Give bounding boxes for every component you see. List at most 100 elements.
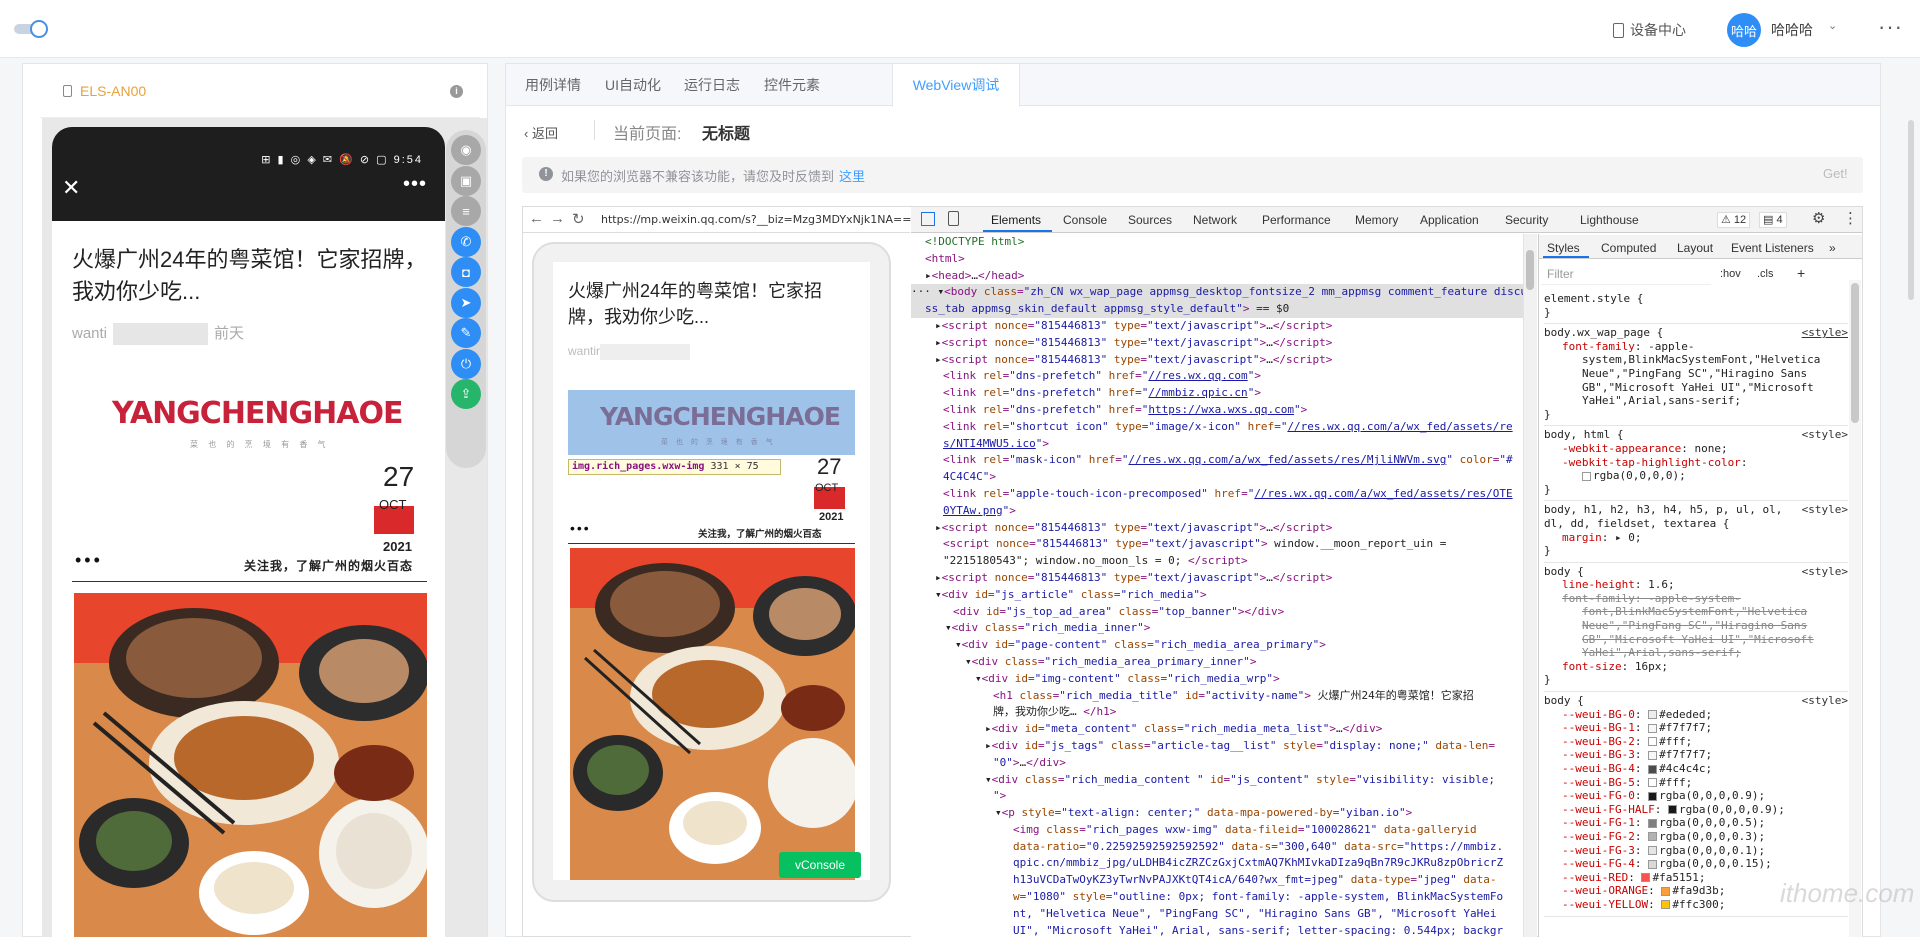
sliders-icon[interactable]: ≡ (451, 196, 481, 226)
dom-node[interactable]: "0">…</div> (911, 755, 1523, 772)
phone-call-icon[interactable]: ✆ (451, 226, 481, 257)
dom-node[interactable]: <link rel="dns-prefetch" href="https://w… (911, 402, 1523, 419)
inspect-element-icon[interactable] (921, 212, 935, 226)
dom-node[interactable]: <img class="rich_pages wxw-img" data-fil… (911, 822, 1523, 839)
back-arrow-icon[interactable]: ← (529, 210, 544, 227)
elements-scrollbar[interactable] (1523, 234, 1537, 937)
dom-node[interactable]: s/NTI4MWU5.ico"> (911, 436, 1523, 453)
dom-node[interactable]: "2215180543"; window.no_moon_ls = 0; </s… (911, 553, 1523, 570)
camera-icon[interactable]: ◘ (451, 257, 481, 287)
dom-node[interactable]: <h1 class="rich_media_title" id="activit… (911, 688, 1523, 705)
dom-node[interactable]: ▾<div class="rich_media_content " id="js… (911, 772, 1523, 789)
dom-node[interactable]: h13uVCDaTwOyKZ3yTwrNvPAJXKtQT4icA/640?wx… (911, 872, 1523, 889)
devtools-tab-network[interactable]: Network (1193, 213, 1237, 227)
dom-node[interactable]: 0YTAw.png"> (911, 503, 1523, 520)
dom-node[interactable]: qpic.cn/mmbiz_jpg/uLDHB4icZRZCzGxjCxtmAQ… (911, 855, 1523, 872)
style-rule[interactable]: element.style {} (1544, 290, 1848, 325)
dom-node[interactable]: ▸<script nonce="815446813" type="text/ja… (911, 318, 1523, 335)
eye-icon[interactable]: ◉ (451, 135, 481, 165)
user-name[interactable]: 哈哈哈 (1771, 20, 1813, 40)
tab-computed[interactable]: Computed (1601, 241, 1656, 255)
dom-node[interactable]: ▾<div class="rich_media_area_primary_inn… (911, 654, 1523, 671)
devtools-tab-lighthouse[interactable]: Lighthouse (1580, 213, 1639, 227)
avatar[interactable]: 哈哈 (1727, 13, 1761, 47)
style-rules[interactable]: element.style {} <style> body.wx_wap_pag… (1544, 290, 1848, 937)
dom-node[interactable]: data-ratio="0.22592592592592592" data-s=… (911, 839, 1523, 856)
warning-count-badge[interactable]: ⚠ 12 (1717, 212, 1751, 228)
hover-state-toggle[interactable]: :hov (1720, 268, 1741, 280)
devtools-tab-memory[interactable]: Memory (1355, 213, 1398, 227)
tab-widget-elements[interactable]: 控件元素 (752, 64, 832, 106)
dom-node-selected[interactable]: ss_tab appmsg_skin_default appmsg_style_… (911, 301, 1523, 318)
devtools-tab-security[interactable]: Security (1505, 213, 1548, 227)
tab-ui-automation[interactable]: UI自动化 (594, 64, 672, 106)
feedback-link[interactable]: 这里 (839, 166, 865, 185)
dom-node[interactable]: ▾<div id="js_article" class="rich_media"… (911, 587, 1523, 604)
tab-event-listeners[interactable]: Event Listeners (1731, 241, 1814, 255)
info-icon[interactable]: i (450, 85, 463, 98)
kebab-menu-icon[interactable]: ⋮ (1843, 209, 1858, 227)
device-toggle-icon[interactable] (948, 211, 959, 226)
message-count-badge[interactable]: ▤ 4 (1759, 212, 1787, 228)
styles-filter-input[interactable]: Filter (1541, 263, 1711, 285)
dom-node[interactable]: <link rel="dns-prefetch" href="//mmbiz.q… (911, 385, 1523, 402)
dom-node[interactable]: UI", "Microsoft YaHei", Arial, sans-seri… (911, 923, 1523, 937)
style-rule[interactable]: <style> body.wx_wap_page { font-family: … (1544, 324, 1848, 427)
styles-scroll-thumb[interactable] (1851, 283, 1859, 423)
dom-node[interactable]: <link rel="apple-touch-icon-precomposed"… (911, 486, 1523, 503)
devtools-tab-console[interactable]: Console (1063, 213, 1107, 227)
tab-run-log[interactable]: 运行日志 (672, 64, 752, 106)
page-scrollbar[interactable] (1908, 120, 1914, 300)
power-icon[interactable]: ⏻ (451, 348, 481, 379)
dom-node[interactable]: ▸<head>…</head> (911, 268, 1523, 285)
tab-webview-debug[interactable]: WebView调试 (892, 64, 1020, 107)
tab-styles[interactable]: Styles (1547, 241, 1580, 255)
upload-icon[interactable]: ⇪ (451, 379, 481, 409)
dom-node[interactable]: <link rel="dns-prefetch" href="//res.wx.… (911, 368, 1523, 385)
dom-node[interactable]: w="1080" style="outline: 0px; font-famil… (911, 889, 1523, 906)
dom-node[interactable]: ▾<p style="text-align: center;" data-mpa… (911, 805, 1523, 822)
style-rule[interactable]: <style> body { line-height: 1.6; font-fa… (1544, 563, 1848, 693)
back-button[interactable]: ‹ 返回 (524, 123, 558, 142)
dom-node[interactable]: ▾<div id="img-content" class="rich_media… (911, 671, 1523, 688)
elements-scroll-thumb[interactable] (1526, 250, 1534, 290)
dom-node[interactable]: nt, "Helvetica Neue", "PingFang SC", "Hi… (911, 906, 1523, 923)
more-menu-icon[interactable]: ··· (1878, 14, 1903, 40)
dom-node[interactable]: "> (911, 788, 1523, 805)
reload-icon[interactable]: ↻ (572, 210, 585, 228)
dom-node[interactable]: <!DOCTYPE html> (911, 234, 1523, 251)
more-icon[interactable]: ••• (403, 173, 427, 196)
close-icon[interactable]: ✕ (62, 175, 80, 201)
add-rule-icon[interactable]: + (1797, 265, 1805, 281)
edit-icon[interactable]: ✎ (451, 318, 481, 348)
phone-screen[interactable]: ⊞ ▮ ◎ ◈ ✉ 🔕 ⊘ ▢ 9:54 ✕ ••• 火爆广州24年的粤菜馆！它… (52, 127, 445, 937)
dom-node[interactable]: ▸<div id="meta_content" class="rich_medi… (911, 721, 1523, 738)
style-rule[interactable]: <style> body, h1, h2, h3, h4, h5, p, ul,… (1544, 501, 1848, 563)
dom-node[interactable]: <div id="js_top_ad_area" class="top_bann… (911, 604, 1523, 621)
dom-node[interactable]: <link rel="shortcut icon" type="image/x-… (911, 419, 1523, 436)
dom-node[interactable]: ▸<script nonce="815446813" type="text/ja… (911, 570, 1523, 587)
dom-node[interactable]: 4C4C4C"> (911, 469, 1523, 486)
class-toggle[interactable]: .cls (1757, 268, 1774, 280)
folder-icon[interactable]: ▣ (451, 165, 481, 196)
vconsole-button[interactable]: vConsole (779, 852, 861, 878)
dom-node[interactable]: ▾<div class="rich_media_inner"> (911, 620, 1523, 637)
device-center-button[interactable]: 设备中心 (1613, 20, 1686, 40)
dom-node[interactable]: <html> (911, 251, 1523, 268)
style-rule[interactable]: <style> body, html { -webkit-appearance:… (1544, 426, 1848, 502)
article-view[interactable]: 火爆广州24年的粤菜馆！它家招牌，我劝你少吃... wanti 前天 YANGCH… (52, 221, 445, 937)
preview-screen[interactable]: 火爆广州24年的粤菜馆！它家招牌，我劝你少吃... wantir YANGCHE… (553, 262, 870, 880)
chevron-down-icon[interactable]: ⌄ (1828, 19, 1837, 32)
elements-tree[interactable]: <!DOCTYPE html> <html> ▸<head>…</head> ·… (911, 234, 1523, 937)
devtools-tab-sources[interactable]: Sources (1128, 213, 1172, 227)
dom-node[interactable]: ▸<script nonce="815446813" type="text/ja… (911, 520, 1523, 537)
got-it-button[interactable]: Get! (1823, 166, 1848, 181)
tab-case-details[interactable]: 用例详情 (512, 64, 594, 106)
dom-node[interactable]: ▸<div id="js_tags" class="article-tag__l… (911, 738, 1523, 755)
forward-arrow-icon[interactable]: → (550, 210, 565, 227)
location-icon[interactable]: ➤ (451, 287, 481, 318)
tab-layout[interactable]: Layout (1677, 241, 1713, 255)
dom-node[interactable]: ▸<script nonce="815446813" type="text/ja… (911, 352, 1523, 369)
dom-node[interactable]: <script nonce="815446813" type="text/jav… (911, 536, 1523, 553)
dom-node[interactable]: 牌，我劝你少吃… </h1> (911, 704, 1523, 721)
